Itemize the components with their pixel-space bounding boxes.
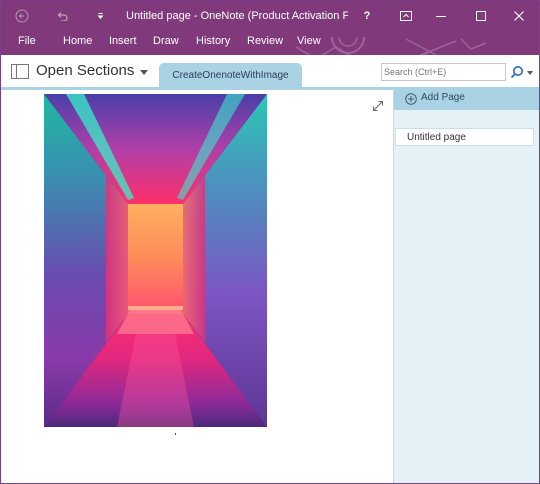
tab-history[interactable]: History <box>196 31 230 51</box>
section-bar: Open Sections CreateOnenoteWithImage <box>1 55 539 87</box>
minimize-icon <box>436 16 446 17</box>
customize-quick-access-button[interactable] <box>89 1 111 31</box>
search-field[interactable] <box>381 63 506 81</box>
onenote-window: Untitled page - OneNote (Product Activat… <box>0 0 540 484</box>
ribbon-display-options-button[interactable] <box>394 1 418 31</box>
back-button[interactable] <box>9 1 35 31</box>
help-button[interactable]: ? <box>359 1 375 31</box>
plus-circle-icon <box>405 93 417 105</box>
tab-review[interactable]: Review <box>247 31 283 51</box>
tab-view[interactable]: View <box>297 31 321 51</box>
page-title-label: Untitled page <box>407 132 466 143</box>
add-page-button[interactable]: Add Page <box>394 87 539 110</box>
title-bar: Untitled page - OneNote (Product Activat… <box>1 1 539 31</box>
section-tab-label: CreateOnenoteWithImage <box>172 69 289 81</box>
pages-pane: Add Page Untitled page <box>393 87 539 483</box>
maximize-icon <box>476 11 486 21</box>
ribbon-tabs: File Home Insert Draw History Review Vie… <box>1 31 539 65</box>
close-icon <box>514 11 524 21</box>
chevron-down-icon[interactable] <box>140 70 148 75</box>
tab-section-createonenotewithimage[interactable]: CreateOnenoteWithImage <box>159 63 302 87</box>
undo-icon <box>57 12 68 21</box>
maximize-button[interactable] <box>469 1 493 31</box>
search-scope-chevron-icon[interactable] <box>527 71 533 75</box>
back-arrow-icon <box>15 9 29 23</box>
window-title: Untitled page - OneNote (Product Activat… <box>126 10 348 22</box>
minimize-button[interactable] <box>429 1 453 31</box>
undo-button[interactable] <box>51 1 73 31</box>
tab-draw[interactable]: Draw <box>153 31 179 51</box>
notebook-dropdown[interactable]: Open Sections <box>36 62 134 79</box>
text-cursor <box>175 433 176 435</box>
ribbon-display-options-icon <box>400 11 412 21</box>
neon-corridor-photo[interactable] <box>44 94 267 427</box>
expand-icon[interactable] <box>372 100 384 112</box>
tab-home[interactable]: Home <box>63 31 92 51</box>
notebook-icon <box>11 64 29 79</box>
search-icon[interactable] <box>510 65 524 79</box>
add-page-label: Add Page <box>421 92 465 103</box>
tab-insert[interactable]: Insert <box>109 31 137 51</box>
close-button[interactable] <box>505 1 533 31</box>
customize-quick-access-icon <box>97 12 103 19</box>
page-list-item[interactable]: Untitled page <box>395 128 534 146</box>
tab-file[interactable]: File <box>18 31 36 51</box>
search-input[interactable] <box>384 65 502 79</box>
